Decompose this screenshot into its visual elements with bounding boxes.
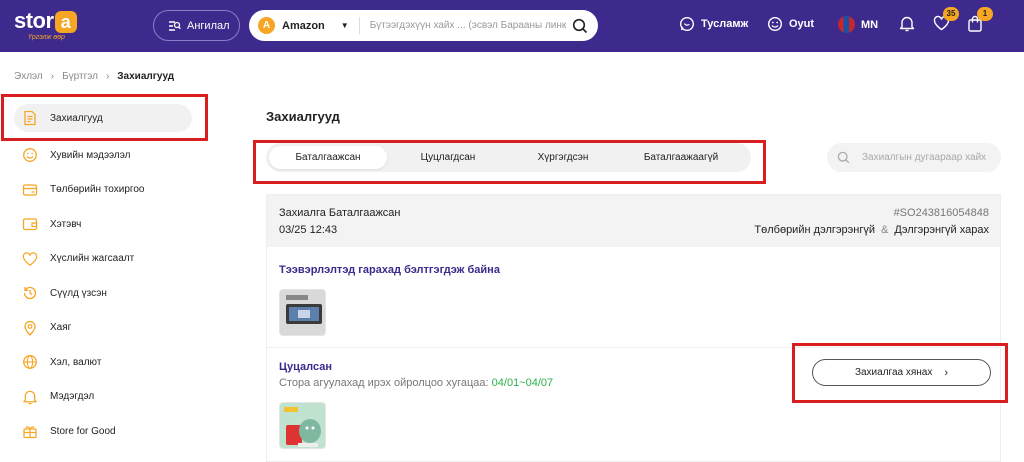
sidebar-item-address[interactable]: Хаяг bbox=[14, 311, 192, 346]
store-badge: A bbox=[258, 17, 275, 34]
order-search-placeholder: Захиалгын дугаараар хайх bbox=[862, 152, 987, 163]
sidebar-item-recently-viewed[interactable]: Сүүлд үзсэн bbox=[14, 276, 192, 311]
language-selector[interactable]: MN bbox=[838, 16, 878, 33]
order-date: 03/25 12:43 bbox=[279, 224, 338, 236]
help-label: Тусламж bbox=[701, 18, 749, 30]
store-selector[interactable]: Amazon bbox=[282, 20, 325, 32]
search-icon bbox=[837, 151, 850, 164]
cart-count-badge: 1 bbox=[977, 7, 993, 21]
order-status: Захиалга Баталгаажсан bbox=[279, 207, 401, 219]
sidebar-item-wallet[interactable]: Хэтэвч bbox=[14, 207, 192, 242]
order-card: Захиалга Баталгаажсан 03/25 12:43 #SO243… bbox=[266, 194, 1001, 462]
sidebar-item-payment-settings[interactable]: Төлбөрийн тохиргоо bbox=[14, 173, 192, 208]
help-link[interactable]: Тусламж bbox=[679, 16, 748, 32]
wallet-icon bbox=[22, 218, 38, 231]
package-status-preparing: Тээвэрлэлтэд гарахад бэлтгэгдэж байна bbox=[279, 264, 500, 276]
chevron-down-icon[interactable]: ▼ bbox=[341, 21, 349, 30]
eta-label: Стора агуулахад ирэх ойролцоо хугацаа: bbox=[279, 377, 489, 389]
sidebar-item-label: Store for Good bbox=[50, 425, 116, 437]
cart-button[interactable]: 1 bbox=[967, 7, 993, 37]
category-button[interactable]: Ангилал bbox=[153, 10, 240, 41]
sidebar-item-label: Хэл, валют bbox=[50, 356, 102, 368]
logo[interactable]: stor a Үргэлж өөр bbox=[14, 8, 84, 44]
globe-icon bbox=[23, 355, 37, 370]
notification-button[interactable] bbox=[899, 15, 915, 37]
logo-letter: a bbox=[54, 11, 77, 33]
search-input[interactable]: Бүтээгдэхүүн хайх ... (эсвэл Барааны лин… bbox=[370, 20, 566, 31]
history-icon bbox=[23, 287, 37, 300]
gift-icon bbox=[23, 426, 37, 439]
smile-icon bbox=[767, 16, 783, 32]
view-details-link[interactable]: Дэлгэрэнгүй харах bbox=[894, 224, 989, 236]
sidebar-item-label: Сүүлд үзсэн bbox=[50, 287, 107, 299]
sidebar-item-store-for-good[interactable]: Store for Good bbox=[14, 414, 192, 449]
logo-tagline: Үргэлж өөр bbox=[28, 34, 65, 41]
sidebar-item-personal-info[interactable]: Хувийн мэдээлэл bbox=[14, 138, 192, 173]
wishlist-count-badge: 35 bbox=[943, 7, 959, 21]
breadcrumb-account[interactable]: Бүртгэл bbox=[62, 71, 98, 82]
heart-icon bbox=[22, 252, 38, 266]
category-icon bbox=[169, 20, 181, 31]
sidebar-item-label: Мэдэгдэл bbox=[50, 391, 95, 403]
order-search-input[interactable]: Захиалгын дугаараар хайх bbox=[827, 143, 1001, 172]
search-divider bbox=[358, 17, 360, 34]
location-icon bbox=[24, 320, 36, 336]
search-icon[interactable] bbox=[572, 18, 588, 34]
search-bar: A Amazon ▼ Бүтээгдэхүүн хайх ... (эсвэл … bbox=[249, 10, 598, 41]
top-header: stor a Үргэлж өөр Ангилал A Amazon ▼ Бүтэ… bbox=[0, 0, 1024, 52]
eta-dates: 04/01~04/07 bbox=[491, 377, 554, 389]
order-card-header: Захиалга Баталгаажсан 03/25 12:43 #SO243… bbox=[267, 195, 1000, 247]
package-eta: Стора агуулахад ирэх ойролцоо хугацаа: 0… bbox=[279, 377, 553, 389]
bell-icon bbox=[899, 16, 915, 32]
highlight-box-track-button bbox=[792, 343, 1008, 403]
payment-details-link[interactable]: Төлбөрийн дэлгэрэнгүй bbox=[754, 224, 875, 236]
sidebar-item-label: Хүслийн жагсаалт bbox=[50, 253, 135, 265]
user-icon bbox=[23, 148, 37, 163]
sidebar-item-notifications[interactable]: Мэдэгдэл bbox=[14, 380, 192, 415]
breadcrumb-separator: › bbox=[50, 71, 55, 82]
sidebar-item-label: Төлбөрийн тохиргоо bbox=[50, 184, 145, 196]
account-sidebar: Захиалгууд Хувийн мэдээлэл Төлбөрийн тох… bbox=[14, 104, 192, 449]
highlight-box-tabs bbox=[253, 140, 766, 184]
breadcrumb-current: Захиалгууд bbox=[117, 71, 175, 82]
sidebar-item-language-currency[interactable]: Хэл, валют bbox=[14, 345, 192, 380]
highlight-box-orders bbox=[1, 94, 208, 141]
wishlist-button[interactable]: 35 bbox=[933, 7, 959, 36]
product-image bbox=[280, 403, 325, 448]
package-status-cancelled: Цуцалсан bbox=[279, 361, 333, 373]
language-label: MN bbox=[861, 18, 879, 31]
product-image bbox=[280, 290, 325, 335]
bell-icon bbox=[23, 390, 37, 404]
chat-icon bbox=[679, 16, 695, 32]
account-label: Oyut bbox=[789, 18, 815, 30]
order-number: #SO243816054848 bbox=[893, 207, 989, 219]
page-title: Захиалгууд bbox=[266, 109, 340, 124]
order-links: Төлбөрийн дэлгэрэнгүй & Дэлгэрэнгүй хара… bbox=[754, 224, 989, 236]
product-thumbnail[interactable] bbox=[279, 289, 326, 336]
ampersand: & bbox=[881, 224, 889, 236]
payment-icon bbox=[22, 184, 38, 196]
account-link[interactable]: Oyut bbox=[767, 16, 814, 32]
sidebar-item-wishlist[interactable]: Хүслийн жагсаалт bbox=[14, 242, 192, 277]
sidebar-item-label: Хувийн мэдээлэл bbox=[50, 149, 131, 161]
category-label: Ангилал bbox=[187, 19, 230, 32]
logo-text: stor a bbox=[14, 8, 77, 34]
sidebar-item-label: Хаяг bbox=[50, 322, 72, 334]
breadcrumb-home[interactable]: Эхлэл bbox=[14, 71, 43, 82]
sidebar-item-label: Хэтэвч bbox=[50, 218, 82, 230]
mongolia-flag-icon bbox=[838, 16, 855, 33]
breadcrumb-separator: › bbox=[105, 71, 110, 82]
product-thumbnail[interactable] bbox=[279, 402, 326, 449]
breadcrumb: Эхлэл › Бүртгэл › Захиалгууд bbox=[14, 71, 174, 82]
